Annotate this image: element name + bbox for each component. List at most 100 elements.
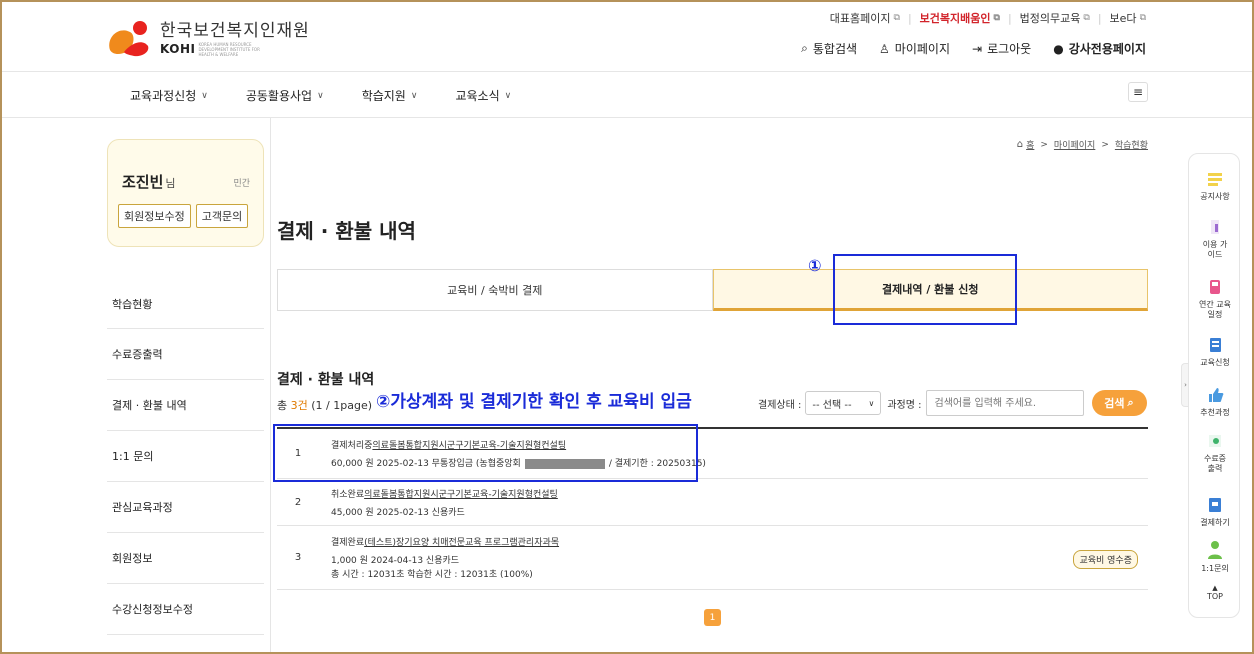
logo-english-name: KOHI — [160, 42, 196, 56]
total-count: 총 3건 (1 / 1page) — [277, 399, 373, 412]
search-icon: ⌕ — [801, 41, 808, 55]
sidebar-item-enrollment-edit[interactable]: 수강신청정보수정 — [107, 584, 264, 635]
search-filter: 결제상태 : -- 선택 --∨ 과정명 : 검색⌕ — [758, 390, 1147, 416]
chevron-down-icon: ∨ — [504, 90, 512, 101]
payment-detail: 1,000 원 2024-04-13 신용카드 — [331, 556, 460, 566]
table-row: 3 결제완료(테스트)장기요양 치매전문교육 프로그램관리자과목 1,000 원… — [277, 526, 1148, 590]
site-logo[interactable]: 한국보건복지인재원 KOHI KOREA HUMAN RESOURCE DEVE… — [104, 14, 310, 58]
top-links: 대표홈페이지 ⧉ | 보건복지배움인 ⧉ | 법정의무교육 ⧉ | 보e다 ⧉ — [830, 10, 1146, 26]
search-button[interactable]: 검색 ⌕ — [1091, 390, 1147, 416]
chevron-down-icon: ∨ — [868, 398, 875, 408]
chevron-down-icon: ∨ — [201, 90, 208, 101]
external-link-icon: ⧉ — [1139, 13, 1146, 23]
edit-profile-button[interactable]: 회원정보수정 — [118, 204, 191, 228]
search-icon: ⌕ — [1127, 396, 1134, 409]
divider: | — [907, 11, 912, 25]
chevron-up-icon: ▲ — [1212, 584, 1218, 592]
breadcrumb-mypage[interactable]: 마이페이지 — [1054, 138, 1095, 151]
payment-tabs: 교육비 / 숙박비 결제 결제내역 / 환불 신청 — [277, 269, 1148, 311]
sidebar-item-favorites[interactable]: 관심교육과정 — [107, 482, 264, 533]
payment-detail: 45,000 원 2025-02-13 신용카드 — [331, 507, 465, 518]
breadcrumb-current[interactable]: 학습현황 — [1115, 138, 1148, 151]
gnb-shared-programs[interactable]: 공동활용사업 ∨ — [246, 87, 324, 104]
annotation-deposit-note: ②가상계좌 및 결제기한 확인 후 교육비 입금 — [376, 392, 692, 412]
person-icon: ● — [1053, 41, 1064, 56]
toplink-main-home[interactable]: 대표홈페이지 ⧉ — [830, 10, 900, 26]
study-time: 총 시간 : 12031초 학습한 시간 : 12031초 (100%) — [331, 570, 533, 580]
quick-certificate[interactable]: 수료증 출력 — [1189, 432, 1241, 474]
user-name: 조진빈 님 — [122, 173, 176, 191]
application-icon — [1210, 338, 1221, 352]
site-header: 한국보건복지인재원 KOHI KOREA HUMAN RESOURCE DEVE… — [0, 0, 1254, 72]
thumbs-up-icon — [1209, 388, 1224, 402]
sidebar-item-inquiry[interactable]: 1:1 문의 — [107, 431, 264, 482]
quick-course-apply[interactable]: 교육신청 — [1189, 336, 1241, 368]
chevron-down-icon: ∨ — [317, 90, 324, 101]
toplink-baeumin[interactable]: 보건복지배움인 ⧉ — [920, 10, 1000, 26]
customer-inquiry-button[interactable]: 고객문의 — [195, 204, 249, 228]
chevron-down-icon: ∨ — [410, 90, 418, 101]
table-row: 2 취소완료의료돌봄통합지원시군구기본교육-기술지원형컨설팅 45,000 원 … — [277, 479, 1148, 526]
calendar-icon — [1210, 280, 1220, 294]
quick-annual-schedule[interactable]: 연간 교육일정 — [1189, 278, 1241, 320]
annotation-marker-1: ① — [808, 256, 822, 275]
external-link-icon: ⧉ — [1083, 13, 1090, 23]
user-icon: ♙ — [879, 41, 890, 56]
quick-notice[interactable]: 공지사항 — [1189, 170, 1241, 202]
chevron-right-icon: > — [1040, 139, 1048, 150]
row-number: 2 — [294, 496, 302, 508]
sidebar-item-member-info[interactable]: 회원정보 — [107, 533, 264, 584]
gnb-education-news[interactable]: 교육소식 ∨ — [455, 87, 511, 104]
breadcrumb-home[interactable]: 홈 — [1026, 138, 1034, 151]
sidebar-item-certificate[interactable]: 수료증출력 — [107, 329, 264, 380]
page-title: 결제 · 환불 내역 — [277, 219, 416, 243]
sidebar-item-learning-status[interactable]: 학습현황 — [107, 278, 264, 329]
quick-menu: 공지사항 이용 가이드 연간 교육일정 교육신청 추천과정 수료증 출력 결제하… — [1188, 153, 1240, 618]
chevron-right-icon: > — [1101, 139, 1109, 150]
person-icon — [1208, 541, 1222, 559]
logout-icon: ⇥ — [972, 41, 983, 56]
main-nav: 교육과정신청 ∨ 공동활용사업 ∨ 학습지원 ∨ 교육소식 ∨ ≡ — [0, 72, 1254, 118]
quick-recommended-course[interactable]: 추천과정 — [1189, 386, 1241, 418]
page-number-1[interactable]: 1 — [704, 609, 721, 626]
course-link[interactable]: 의료돌봄통합지원시군구기본교육-기술지원형컨설팅 — [364, 490, 558, 500]
external-link-icon: ⧉ — [893, 13, 900, 23]
section-title: 결제 · 환불 내역 — [277, 372, 375, 388]
toplink-mandatory-education[interactable]: 법정의무교육 ⧉ — [1020, 10, 1090, 26]
receipt-button[interactable]: 교육비 영수증 — [1073, 550, 1138, 569]
logo-english-subtitle: KOREA HUMAN RESOURCE DEVELOPMENT INSTITU… — [198, 41, 260, 57]
toplink-boeda[interactable]: 보e다 ⧉ — [1110, 10, 1146, 26]
scroll-top-button[interactable]: ▲ TOP — [1189, 584, 1241, 601]
certificate-icon — [1209, 435, 1221, 447]
quick-payment[interactable]: 결제하기 — [1189, 496, 1241, 528]
sidebar-menu: 학습현황 수료증출력 결제 · 환불 내역 1:1 문의 관심교육과정 회원정보… — [107, 278, 264, 635]
annotation-box-tab — [833, 254, 1017, 325]
payment-status: 결제완료 — [331, 538, 365, 548]
content-divider — [270, 118, 271, 654]
utility-nav: ⌕ 통합검색 ♙ 마이페이지 ⇥ 로그아웃 ● 강사전용페이지 — [779, 40, 1146, 57]
integrated-search-link[interactable]: ⌕ 통합검색 — [801, 40, 857, 57]
profile-card: 조진빈 님 민간 회원정보수정 고객문의 — [107, 139, 264, 247]
gnb-learning-support[interactable]: 학습지원 ∨ — [362, 87, 418, 104]
sidebar-item-payment-refund[interactable]: 결제 · 환불 내역 — [107, 380, 264, 431]
mypage-link[interactable]: ♙ 마이페이지 — [879, 40, 950, 57]
logout-link[interactable]: ⇥ 로그아웃 — [972, 40, 1031, 57]
tab-payment[interactable]: 교육비 / 숙박비 결제 — [277, 269, 713, 311]
notice-icon — [1208, 173, 1222, 186]
external-link-icon: ⧉ — [993, 13, 1000, 23]
quick-guide[interactable]: 이용 가이드 — [1189, 218, 1241, 260]
divider: | — [1097, 11, 1102, 25]
hamburger-menu-icon[interactable]: ≡ — [1128, 82, 1148, 102]
course-link[interactable]: (테스트)장기요양 치매전문교육 프로그램관리자과목 — [364, 538, 559, 548]
course-search-input[interactable] — [925, 390, 1084, 416]
course-filter-label: 과정명 : — [887, 399, 922, 411]
payment-status: 취소완료 — [331, 489, 365, 500]
quick-inquiry[interactable]: 1:1문의 — [1189, 540, 1241, 574]
guide-icon — [1211, 220, 1219, 234]
status-select[interactable]: -- 선택 -- ∨ — [805, 391, 882, 415]
gnb-course-application[interactable]: 교육과정신청 ∨ — [130, 87, 208, 104]
row-number: 3 — [294, 552, 302, 563]
payment-icon — [1209, 498, 1221, 512]
instructor-page-link[interactable]: ● 강사전용페이지 — [1053, 40, 1146, 57]
logo-korean-name: 한국보건복지인재원 — [160, 20, 310, 41]
